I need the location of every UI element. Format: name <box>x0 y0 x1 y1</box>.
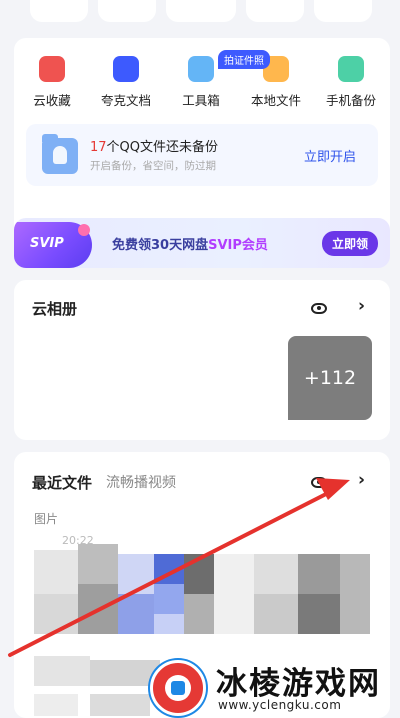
eye-icon[interactable] <box>311 477 327 488</box>
album-title: 云相册 <box>32 300 78 318</box>
eye-icon[interactable] <box>311 303 327 314</box>
album-more-thumbnail[interactable]: +112 <box>288 336 372 420</box>
promo-text: 免费领30天网盘SVIP会员 <box>112 238 268 253</box>
top-tab-stub <box>246 0 304 22</box>
chevron-right-icon[interactable]: › <box>358 296 365 316</box>
quick-action-cloud-collect[interactable]: 云收藏 <box>15 56 89 109</box>
claim-button[interactable]: 立即领 <box>321 231 378 256</box>
top-tab-stub <box>314 0 372 22</box>
watermark-url: www.yclengku.com <box>218 698 342 712</box>
svip-promo-banner[interactable]: SVIP 免费领30天网盘SVIP会员 立即领 <box>14 218 390 268</box>
quick-action-quark-docs[interactable]: 夸克文档 <box>89 56 163 109</box>
recent-subtitle[interactable]: 流畅播视频 <box>106 472 176 492</box>
backup-title: 17个QQ文件还未备份 <box>90 140 219 155</box>
decor-dot <box>78 224 90 236</box>
quick-action-label: 云收藏 <box>33 93 71 108</box>
top-tab-remnants <box>0 0 400 28</box>
enable-backup-button[interactable]: 立即开启 <box>304 146 356 165</box>
recent-title: 最近文件 <box>32 474 93 492</box>
top-tab-stub <box>98 0 156 22</box>
chevron-right-icon[interactable]: › <box>358 470 365 490</box>
site-watermark: 冰棱游戏网 www.yclengku.com <box>150 654 396 718</box>
cloud-album-card: 云相册 › +112 <box>14 280 390 440</box>
watermark-name: 冰棱游戏网 <box>216 666 381 702</box>
phone-backup-icon <box>338 56 364 82</box>
backup-subtitle: 开启备份，省空间，防过期 <box>90 160 216 172</box>
watermark-logo-icon <box>150 660 206 716</box>
top-tab-stub <box>166 0 236 22</box>
document-icon <box>113 56 139 82</box>
quick-action-label: 本地文件 <box>250 93 301 108</box>
quick-action-label: 夸克文档 <box>100 93 151 108</box>
toolbox-icon <box>188 56 214 82</box>
quick-action-label: 手机备份 <box>325 93 376 108</box>
cloud-collect-icon <box>39 56 65 82</box>
quick-action-label: 工具箱 <box>182 93 220 108</box>
qq-folder-icon <box>42 134 78 174</box>
quick-action-phone-backup[interactable]: 手机备份 <box>314 56 388 109</box>
recent-category-label: 图片 <box>34 512 59 526</box>
top-tab-stub <box>30 0 88 22</box>
qq-backup-banner[interactable]: 17个QQ文件还未备份 开启备份，省空间，防过期 立即开启 <box>26 124 378 186</box>
toolbox-badge: 拍证件照 <box>218 50 270 69</box>
